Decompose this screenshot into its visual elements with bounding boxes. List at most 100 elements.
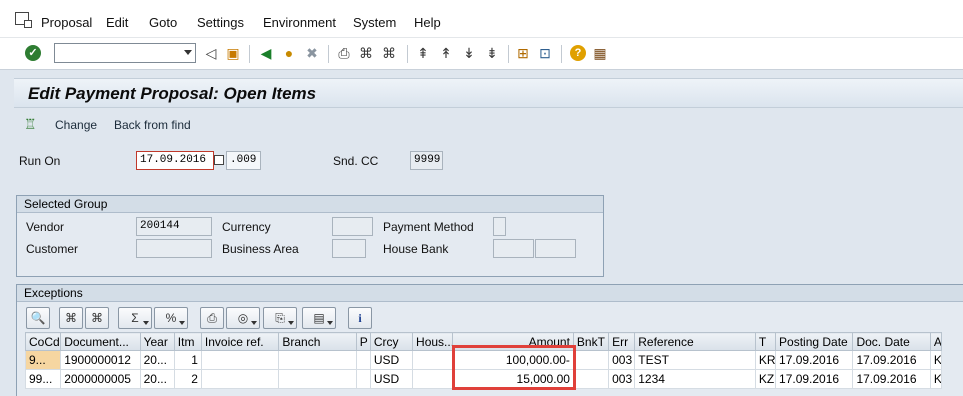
export-icon[interactable]: ⎘ [263,307,297,329]
column-header[interactable]: Invoice ref. [200,332,280,351]
table-cell[interactable]: 003 [608,369,636,389]
last-page-icon[interactable]: ⇟ [484,45,500,61]
table-cell[interactable]: K [929,350,943,370]
table-cell[interactable]: 99... [24,369,62,389]
column-header[interactable]: P [355,332,371,351]
change-icon[interactable]: ♖ [24,116,37,133]
column-header[interactable]: Document... [60,332,141,351]
column-header[interactable]: Amount [452,332,574,351]
save-icon[interactable]: ▣ [225,45,241,61]
run-on-date-field[interactable]: 17.09.2016 [136,151,214,170]
table-cell[interactable]: 17.09.2016 [775,369,854,389]
column-header[interactable]: Err [608,332,636,351]
views-icon[interactable]: ◎ [226,307,260,329]
table-cell[interactable]: TEST [634,350,756,370]
table-cell[interactable] [412,369,454,389]
column-header[interactable]: Branch [278,332,357,351]
chevron-down-icon[interactable] [251,321,257,325]
exit-icon[interactable]: ● [281,45,297,61]
column-header[interactable]: Itm [173,332,202,351]
table-row[interactable]: 9... 1900000012 20... 1 USD 100,000.00- … [24,350,943,370]
back-icon[interactable]: ◀ [258,45,274,61]
cancel-icon[interactable]: ✖ [304,45,320,61]
table-cell[interactable] [355,350,371,370]
first-page-icon[interactable]: ⇞ [415,45,431,61]
find-next-icon[interactable]: ⌘ [381,45,397,61]
calendar-icon[interactable] [214,155,224,165]
details-icon[interactable]: 🔍 [26,307,50,329]
column-header[interactable]: BnkT [572,332,610,351]
column-header[interactable]: Hous... [412,332,454,351]
table-cell[interactable] [412,350,454,370]
menu-help[interactable]: Help [414,15,441,30]
chevron-down-icon[interactable] [184,50,192,55]
next-page-icon[interactable]: ↡ [461,45,477,61]
column-header[interactable]: CoCd [24,332,62,351]
table-cell[interactable]: KR [754,350,777,370]
table-cell[interactable]: 17.09.2016 [775,350,854,370]
table-cell[interactable]: USD [369,350,414,370]
table-cell[interactable]: 20... [139,369,175,389]
layout-icon[interactable]: ▤ [302,307,336,329]
table-cell[interactable] [200,369,280,389]
column-header[interactable]: T [754,332,777,351]
chevron-down-icon[interactable] [288,321,294,325]
chevron-down-icon[interactable] [143,321,149,325]
change-button[interactable]: Change [55,118,97,132]
table-cell[interactable] [278,369,357,389]
column-header[interactable]: Crcy [369,332,414,351]
find-next-icon[interactable]: ⌘ [85,307,109,329]
table-cell[interactable]: USD [369,369,414,389]
table-cell[interactable]: 1900000012 [60,350,141,370]
print-icon[interactable]: ⎙ [200,307,224,329]
menu-goto[interactable]: Goto [149,15,177,30]
help-icon[interactable]: ? [570,45,586,61]
table-cell[interactable]: 100,000.00- [452,350,574,370]
command-field[interactable] [54,43,196,63]
table-cell[interactable]: K [929,369,943,389]
table-cell[interactable]: 17.09.2016 [852,350,931,370]
table-cell[interactable] [355,369,371,389]
table-cell[interactable]: KZ [754,369,777,389]
table-cell[interactable]: 17.09.2016 [852,369,931,389]
table-cell[interactable] [278,350,357,370]
print-icon[interactable]: ⎙ [336,45,352,61]
create-session-icon[interactable]: ⊞ [515,45,531,61]
menu-proposal[interactable]: Proposal [41,15,92,30]
table-cell[interactable]: 1234 [634,369,756,389]
table-cell[interactable] [572,369,610,389]
column-header[interactable]: Reference [634,332,756,351]
find-icon[interactable]: ⌘ [59,307,83,329]
table-cell[interactable]: 20... [139,350,175,370]
table-cell[interactable]: 9... [24,350,62,370]
table-row[interactable]: 99... 2000000005 20... 2 USD 15,000.00 0… [24,369,943,389]
command-input[interactable] [55,44,173,62]
table-cell[interactable]: 1 [173,350,202,370]
table-cell[interactable]: 2 [173,369,202,389]
layout-icon[interactable]: ▦ [592,45,608,61]
chevron-down-icon[interactable] [179,321,185,325]
shortcut-icon[interactable]: ⊡ [537,45,553,61]
column-header[interactable]: Posting Date [775,332,854,351]
column-header[interactable]: A [929,332,943,351]
table-cell[interactable] [200,350,280,370]
menu-settings[interactable]: Settings [197,15,244,30]
back-arrow-icon[interactable]: ◁ [203,45,219,61]
table-cell[interactable]: 15,000.00 [452,369,574,389]
table-cell[interactable]: 003 [608,350,636,370]
column-header[interactable]: Doc. Date [852,332,931,351]
menu-environment[interactable]: Environment [263,15,336,30]
menu-system[interactable]: System [353,15,396,30]
menu-edit[interactable]: Edit [106,15,128,30]
column-header[interactable]: Year [139,332,175,351]
find-icon[interactable]: ⌘ [358,45,374,61]
system-menu-icon[interactable] [15,12,32,28]
run-on-id-field[interactable]: .009 [226,151,261,170]
sum-icon[interactable]: Σ [118,307,152,329]
check-icon[interactable]: ✓ [25,45,41,61]
table-cell[interactable]: 2000000005 [60,369,141,389]
previous-page-icon[interactable]: ↟ [438,45,454,61]
back-from-find-button[interactable]: Back from find [114,118,191,132]
subtotal-icon[interactable]: % [154,307,188,329]
table-cell[interactable] [572,350,610,370]
